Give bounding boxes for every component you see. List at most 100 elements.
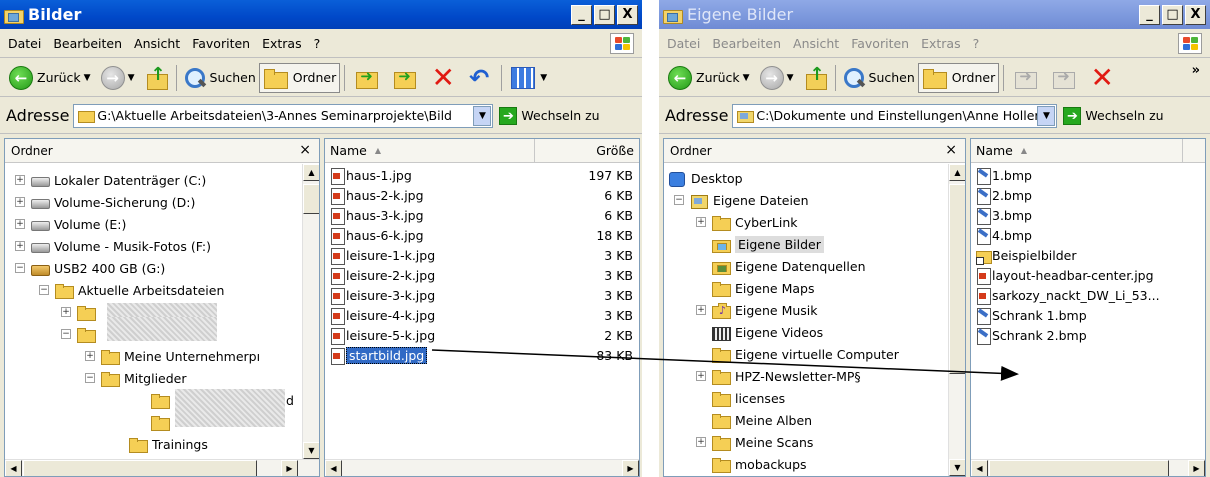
address-input[interactable]: G:\Aktuelle Arbeitsdateien\3-Annes Semin… bbox=[73, 103, 494, 128]
file-row[interactable]: 3.bmp bbox=[971, 205, 1205, 225]
up-button[interactable] bbox=[801, 63, 831, 93]
address-input[interactable]: C:\Dokumente und Einstellungen\Anne Holl… bbox=[732, 103, 1058, 128]
expand-plus-icon[interactable]: + bbox=[85, 351, 95, 361]
tree-item-meine-unternehmer[interactable]: + Meine Unternehmerpı bbox=[85, 345, 260, 367]
tree-item-eigene-videos[interactable]: Eigene Videos bbox=[712, 321, 823, 343]
tree-item-g-drive[interactable]: − USB2 400 GB (G:) bbox=[15, 257, 165, 279]
column-header-extra[interactable] bbox=[1183, 139, 1205, 163]
scroll-left-icon[interactable]: ◀ bbox=[5, 460, 22, 476]
column-header-name[interactable]: Name ▲ bbox=[971, 139, 1183, 163]
close-icon[interactable]: × bbox=[945, 142, 957, 158]
scroll-left-icon[interactable]: ◀ bbox=[325, 460, 342, 476]
chevron-down-icon[interactable]: ▼ bbox=[787, 73, 794, 83]
expand-plus-icon[interactable]: + bbox=[696, 305, 706, 315]
expand-plus-icon[interactable]: + bbox=[696, 437, 706, 447]
file-row[interactable]: 1.bmp bbox=[971, 165, 1205, 185]
file-row[interactable]: 4.bmp bbox=[971, 225, 1205, 245]
tree-vertical-scrollbar[interactable]: ▲ ▼ bbox=[302, 164, 319, 459]
menu-help[interactable]: ? bbox=[973, 36, 980, 51]
scroll-down-icon[interactable]: ▼ bbox=[303, 442, 319, 459]
collapse-minus-icon[interactable]: − bbox=[39, 285, 49, 295]
tree-item-meine-alben[interactable]: Meine Alben bbox=[712, 409, 812, 431]
file-row[interactable]: Beispielbilder bbox=[971, 245, 1205, 265]
maximize-button[interactable]: □ bbox=[1162, 5, 1183, 25]
menu-ansicht[interactable]: Ansicht bbox=[134, 36, 180, 51]
file-row[interactable]: sarkozy_nackt_DW_Li_53... bbox=[971, 285, 1205, 305]
files-horizontal-scrollbar[interactable]: ◀ ▶ bbox=[971, 459, 1205, 476]
tree-item-licenses[interactable]: licenses bbox=[712, 387, 785, 409]
chevron-down-icon[interactable]: ▼ bbox=[743, 73, 750, 83]
expand-plus-icon[interactable]: + bbox=[15, 197, 25, 207]
tree-item-f-drive[interactable]: + Volume - Musik-Fotos (F:) bbox=[15, 235, 211, 257]
tree-item-trainings[interactable]: Trainings bbox=[129, 433, 208, 455]
folders-button[interactable]: Ordner bbox=[258, 62, 341, 93]
address-dropdown-icon[interactable]: ▼ bbox=[473, 105, 492, 126]
title-bar[interactable]: Eigene Bilder _ □ X bbox=[659, 0, 1210, 29]
scroll-thumb[interactable] bbox=[303, 184, 319, 214]
menu-bearbeiten[interactable]: Bearbeiten bbox=[53, 36, 122, 51]
folders-button[interactable]: Ordner bbox=[917, 62, 1000, 93]
close-button[interactable]: X bbox=[1185, 5, 1206, 25]
expand-plus-icon[interactable]: + bbox=[696, 217, 706, 227]
close-button[interactable]: X bbox=[617, 5, 638, 25]
chevron-down-icon[interactable]: ▼ bbox=[540, 73, 547, 83]
back-button[interactable]: ← Zurück ▼ bbox=[6, 63, 98, 93]
collapse-minus-icon[interactable]: − bbox=[61, 329, 71, 339]
scroll-thumb[interactable] bbox=[23, 460, 257, 476]
tree-item-eigene-bilder[interactable]: Eigene Bilder bbox=[712, 233, 824, 255]
tree-item-cyberlink[interactable]: + CyberLink bbox=[696, 211, 798, 233]
file-row[interactable]: haus-1.jpg 197 KB bbox=[325, 165, 639, 185]
chevron-down-icon[interactable]: ▼ bbox=[128, 73, 135, 83]
title-bar[interactable]: Bilder _ □ X bbox=[0, 0, 642, 29]
tree-item-redacted-2[interactable]: − bbox=[61, 323, 100, 345]
file-row[interactable]: haus-2-k.jpg 6 KB bbox=[325, 185, 639, 205]
close-icon[interactable]: × bbox=[299, 142, 311, 158]
menu-datei[interactable]: Datei bbox=[8, 36, 41, 51]
tree-item-eigene-virtuelle-computer[interactable]: Eigene virtuelle Computer bbox=[712, 343, 899, 365]
tree-item-c-drive[interactable]: + Lokaler Datenträger (C:) bbox=[15, 169, 206, 191]
search-button[interactable]: Suchen bbox=[181, 63, 259, 93]
expand-plus-icon[interactable]: + bbox=[61, 307, 71, 317]
scroll-thumb[interactable] bbox=[949, 184, 965, 374]
file-row[interactable]: startbild.jpg 83 KB bbox=[325, 345, 639, 365]
file-row[interactable]: leisure-3-k.jpg 3 KB bbox=[325, 285, 639, 305]
forward-button[interactable]: → ▼ bbox=[98, 63, 142, 93]
back-button[interactable]: ← Zurück ▼ bbox=[665, 63, 757, 93]
column-header-size[interactable]: Größe bbox=[535, 139, 639, 163]
tree-item-meine-scans[interactable]: + Meine Scans bbox=[696, 431, 813, 453]
files-horizontal-scrollbar[interactable]: ◀ ▶ bbox=[325, 459, 639, 476]
delete-button[interactable]: ✕ bbox=[425, 63, 461, 93]
go-button[interactable]: ➔ Wechseln zu bbox=[499, 106, 600, 125]
scroll-right-icon[interactable]: ▶ bbox=[281, 460, 298, 476]
expand-plus-icon[interactable]: + bbox=[696, 371, 706, 381]
menu-bearbeiten[interactable]: Bearbeiten bbox=[712, 36, 781, 51]
tree-item-eigene-dateien[interactable]: − Eigene Dateien bbox=[674, 189, 809, 211]
tree-horizontal-scrollbar[interactable]: ◀ ▶ bbox=[5, 459, 319, 476]
copy-to-button[interactable] bbox=[387, 63, 425, 93]
file-row[interactable]: haus-3-k.jpg 6 KB bbox=[325, 205, 639, 225]
tree-item-eigene-datenquellen[interactable]: Eigene Datenquellen bbox=[712, 255, 866, 277]
tree-item-mitglieder[interactable]: − Mitglieder bbox=[85, 367, 187, 389]
file-row[interactable]: haus-6-k.jpg 18 KB bbox=[325, 225, 639, 245]
views-button[interactable]: ▼ bbox=[506, 63, 554, 93]
menu-favoriten[interactable]: Favoriten bbox=[851, 36, 909, 51]
file-row[interactable]: leisure-2-k.jpg 3 KB bbox=[325, 265, 639, 285]
file-row[interactable]: leisure-4-k.jpg 3 KB bbox=[325, 305, 639, 325]
expand-plus-icon[interactable]: + bbox=[15, 219, 25, 229]
tree-item-redacted-4[interactable] bbox=[151, 411, 174, 433]
go-button[interactable]: ➔ Wechseln zu bbox=[1063, 106, 1164, 125]
menu-ansicht[interactable]: Ansicht bbox=[793, 36, 839, 51]
scroll-up-icon[interactable]: ▲ bbox=[949, 164, 965, 181]
up-button[interactable] bbox=[142, 63, 172, 93]
scroll-thumb[interactable] bbox=[989, 460, 1169, 476]
chevron-down-icon[interactable]: ▼ bbox=[84, 73, 91, 83]
collapse-minus-icon[interactable]: − bbox=[674, 195, 684, 205]
tree-item-mobackups[interactable]: mobackups bbox=[712, 453, 807, 475]
search-button[interactable]: Suchen bbox=[840, 63, 918, 93]
move-to-button[interactable] bbox=[1008, 63, 1046, 93]
toolbar-overflow-icon[interactable]: » bbox=[1192, 63, 1200, 78]
delete-button[interactable]: ✕ bbox=[1084, 63, 1120, 93]
tree-item-eigene-musik[interactable]: + Eigene Musik bbox=[696, 299, 818, 321]
minimize-button[interactable]: _ bbox=[1139, 5, 1160, 25]
scroll-down-icon[interactable]: ▼ bbox=[949, 459, 965, 476]
